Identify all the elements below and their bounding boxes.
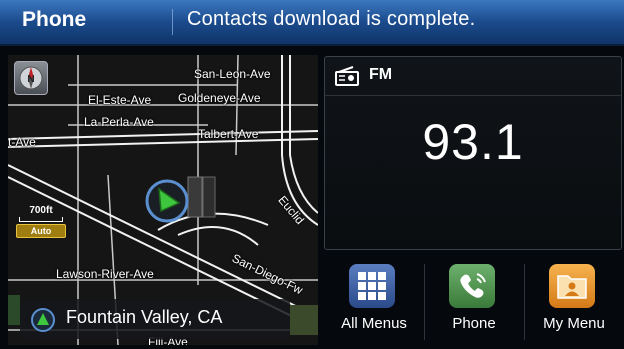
street-label: San-Leon-Ave [194, 67, 271, 81]
bottom-menu: All Menus Phone My Menu [324, 258, 624, 346]
folder-icon [549, 264, 595, 308]
scale-bar [19, 217, 63, 222]
navigation-map[interactable]: N San-Leon-Ave El-Este-Ave Goldeneye-Ave… [8, 55, 318, 345]
status-bar: Phone Contacts download is complete. [0, 0, 624, 46]
grid-icon [349, 264, 395, 308]
location-pin-icon [31, 308, 55, 332]
street-label: Goldeneye-Ave [178, 91, 261, 105]
phone-label: Phone [452, 315, 496, 332]
current-position-arrow-icon [145, 179, 189, 223]
scale-distance: 700ft [29, 205, 53, 216]
svg-text:N: N [27, 74, 34, 85]
screen-title: Phone [22, 8, 87, 31]
street-label: La-Perla-Ave [84, 115, 154, 129]
all-menus-button[interactable]: All Menus [324, 258, 424, 346]
my-menu-button[interactable]: My Menu [524, 258, 624, 346]
title-divider [172, 9, 173, 35]
radio-panel[interactable]: FM 93.1 [324, 56, 622, 250]
scale-mode: Auto [16, 224, 66, 238]
radio-icon [335, 66, 359, 86]
compass-icon: N [19, 66, 43, 90]
phone-icon [449, 264, 495, 308]
radio-header: FM [325, 57, 621, 96]
my-menu-label: My Menu [543, 315, 605, 332]
current-location-bar[interactable]: Fountain Valley, CA [20, 299, 290, 339]
phone-button[interactable]: Phone [424, 258, 524, 346]
street-label: El-Este-Ave [88, 93, 152, 107]
radio-band: FM [369, 66, 393, 83]
current-location-name: Fountain Valley, CA [66, 307, 223, 327]
all-menus-label: All Menus [341, 315, 407, 332]
compass-button[interactable]: N [14, 61, 48, 95]
street-label: Lawson-River-Ave [56, 267, 154, 281]
map-scale[interactable]: 700ft Auto [16, 205, 66, 238]
street-label: Talbert-Ave [198, 127, 259, 141]
street-label: t-Ave [8, 135, 36, 149]
status-message: Contacts download is complete. [187, 8, 476, 30]
radio-frequency: 93.1 [422, 114, 524, 170]
